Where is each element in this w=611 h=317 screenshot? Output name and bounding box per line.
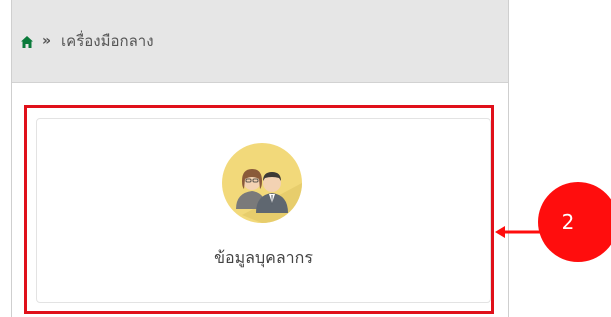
home-icon[interactable]: [20, 34, 34, 48]
breadcrumb-separator: »: [42, 33, 52, 49]
breadcrumb: » เครื่องมือกลาง: [12, 0, 508, 83]
step-badge: 2: [538, 182, 611, 262]
screen: » เครื่องมือกลาง ข้อมูลบุคลากร 2: [0, 0, 611, 317]
highlight-box: [24, 105, 494, 314]
breadcrumb-current: เครื่องมือกลาง: [61, 32, 154, 50]
annotation-arrow: [495, 226, 541, 238]
